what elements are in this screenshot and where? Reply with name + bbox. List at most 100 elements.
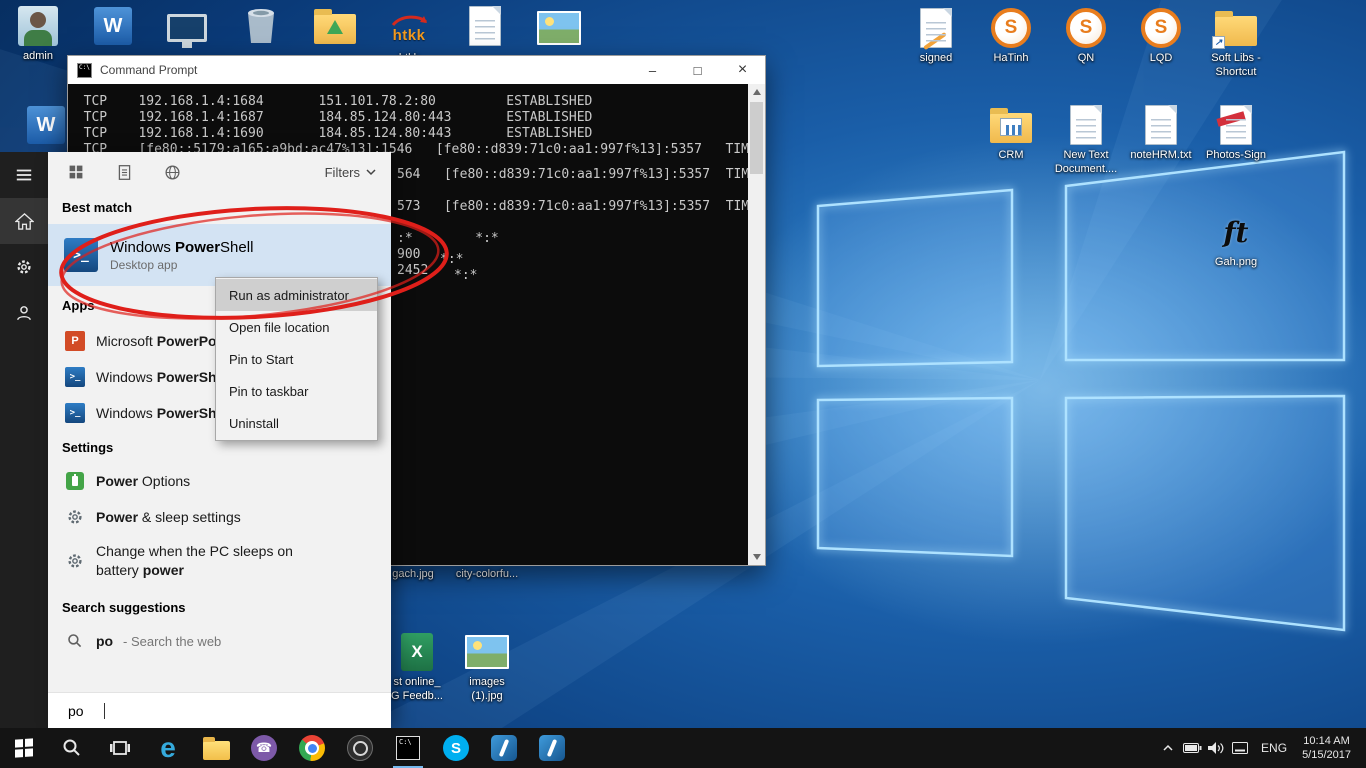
desktop-icon-signed[interactable]: signed [898, 6, 974, 66]
desktop-icon-picture[interactable] [521, 6, 597, 52]
scrollbar-thumb[interactable] [750, 102, 763, 174]
text-caret [104, 703, 105, 719]
taskbar-blue-app-button-2[interactable] [528, 728, 576, 768]
setting-result-pc-sleep-battery[interactable]: Change when the PC sleeps on battery pow… [48, 535, 391, 587]
dark-app-icon [347, 735, 373, 761]
netstat-line: 900 [397, 247, 420, 262]
desktop-icon-images-jpg[interactable]: images (1).jpg [449, 630, 525, 704]
gah-image-icon: ft [1224, 216, 1249, 249]
language-indicator[interactable]: ENG [1252, 741, 1296, 755]
feedback-button[interactable] [0, 290, 48, 336]
netstat-line: 564 [fe80::d839:71c0:aa1:997f%13]:5357 T… [397, 167, 748, 182]
minimize-button[interactable]: – [630, 56, 675, 84]
htkk-icon: htkk [389, 13, 429, 44]
filters-button[interactable]: Filters [325, 165, 377, 180]
desktop-icon-gah-png[interactable]: ft Gah.png [1198, 210, 1274, 270]
menu-item-pin-to-taskbar[interactable]: Pin to taskbar [216, 375, 377, 407]
taskbar-clock[interactable]: 10:14 AM 5/15/2017 [1296, 734, 1361, 762]
taskbar-dark-app-button[interactable] [336, 728, 384, 768]
scrollbar[interactable] [748, 84, 765, 565]
taskbar-edge-button[interactable]: e [144, 728, 192, 768]
drive-folder-icon [314, 14, 356, 44]
menu-item-run-as-administrator[interactable]: Run as administrator [216, 279, 377, 311]
web-filter-icon[interactable] [160, 160, 184, 184]
battery-status-button[interactable] [1180, 743, 1204, 753]
menu-item-pin-to-start[interactable]: Pin to Start [216, 343, 377, 375]
desktop-icon-document[interactable] [447, 4, 523, 50]
windows-logo-icon [15, 738, 33, 757]
desktop-icon-computer[interactable] [149, 6, 225, 52]
netstat-line: *:* [454, 268, 477, 283]
netstat-line: TCP 192.168.1.4:1687 184.85.124.80:443 E… [68, 110, 592, 125]
netstat-line: :* *:* [397, 231, 499, 246]
desktop-icon-soft-libs[interactable]: ↗ Soft Libs - Shortcut [1198, 6, 1274, 80]
edge-icon: e [160, 734, 176, 762]
tray-chevron-up-button[interactable] [1156, 744, 1180, 752]
viber-icon: ☎ [251, 735, 277, 761]
blue-app-icon [491, 735, 517, 761]
skype-icon: S [443, 735, 469, 761]
best-match-header: Best match [62, 200, 132, 215]
desktop-icon-drive-folder[interactable] [297, 4, 373, 50]
battery-icon [1183, 743, 1202, 753]
desktop-icon-notehrm[interactable]: noteHRM.txt [1123, 103, 1199, 163]
taskbar-search-button[interactable] [48, 728, 96, 768]
cmd-title-bar[interactable]: C:\ Command Prompt – □ × [68, 56, 765, 84]
desktop-icon-photos-sign[interactable]: Photos-Sign [1198, 103, 1274, 163]
s-logo-icon: S [1141, 8, 1181, 48]
taskbar: e ☎ C:\ S ENG 10:14 AM 5/1 [0, 728, 1366, 768]
taskbar-file-explorer-button[interactable] [192, 728, 240, 768]
maximize-button[interactable]: □ [675, 56, 720, 84]
apps-header: Apps [62, 298, 95, 313]
desktop-icon-admin[interactable]: admin [0, 4, 76, 64]
netstat-line: TCP 192.168.1.4:1690 184.85.124.80:443 E… [68, 126, 592, 141]
taskbar-blue-app-button-1[interactable] [480, 728, 528, 768]
power-icon [66, 472, 84, 490]
scroll-down-arrow[interactable] [753, 554, 761, 560]
setting-result-power-sleep[interactable]: Power & sleep settings [48, 499, 391, 535]
home-button[interactable] [0, 198, 48, 244]
desktop-icon-hatinh[interactable]: S HaTinh [973, 6, 1049, 66]
task-view-button[interactable] [96, 728, 144, 768]
excel-file-icon: X [401, 633, 433, 671]
display-tray-button[interactable] [1228, 742, 1252, 754]
settings-header: Settings [62, 440, 113, 455]
web-suggestion-item[interactable]: po - Search the web [48, 623, 391, 659]
taskbar-command-prompt-button[interactable]: C:\ [384, 728, 432, 768]
text-file-icon [1070, 105, 1102, 145]
powershell-icon: >_ [65, 367, 85, 387]
search-input[interactable]: po [48, 692, 391, 728]
close-button[interactable]: × [720, 56, 765, 84]
setting-result-power-options[interactable]: Power Options [48, 463, 391, 499]
word-icon: W [27, 106, 65, 144]
user-avatar-icon [18, 6, 58, 46]
menu-hamburger-button[interactable] [0, 152, 48, 198]
powershell-icon: >_ [64, 238, 98, 272]
taskbar-viber-button[interactable]: ☎ [240, 728, 288, 768]
menu-item-open-file-location[interactable]: Open file location [216, 311, 377, 343]
netstat-line: 573 [fe80::d839:71c0:aa1:997f%13]:5357 T… [397, 199, 748, 214]
recycle-bin-icon [243, 3, 279, 45]
desktop-icon-lqd[interactable]: S LQD [1123, 6, 1199, 66]
apps-filter-icon[interactable] [64, 160, 88, 184]
taskbar-skype-button[interactable]: S [432, 728, 480, 768]
powerpoint-icon: P [65, 331, 85, 351]
settings-button[interactable] [0, 244, 48, 290]
documents-filter-icon[interactable] [112, 160, 136, 184]
netstat-line: *:* [440, 252, 463, 267]
desktop-icon-qn[interactable]: S QN [1048, 6, 1124, 66]
desktop-icon-recycle-bin[interactable] [223, 2, 299, 48]
scroll-up-arrow[interactable] [753, 89, 761, 95]
photo-icon [465, 635, 509, 669]
search-filter-bar: Filters [48, 152, 391, 192]
search-suggestions-header: Search suggestions [62, 600, 186, 615]
taskbar-chrome-button[interactable] [288, 728, 336, 768]
desktop-icon-word-doc[interactable]: W [75, 4, 151, 50]
desktop-icon-new-text-document[interactable]: New Text Document.... [1048, 103, 1124, 177]
desktop-icon-crm[interactable]: CRM [973, 103, 1049, 163]
volume-button[interactable] [1204, 742, 1228, 755]
start-button[interactable] [0, 728, 48, 768]
menu-item-uninstall[interactable]: Uninstall [216, 407, 377, 439]
context-menu: Run as administrator Open file location … [215, 277, 378, 441]
folder-shortcut-icon: ↗ [1215, 16, 1257, 46]
